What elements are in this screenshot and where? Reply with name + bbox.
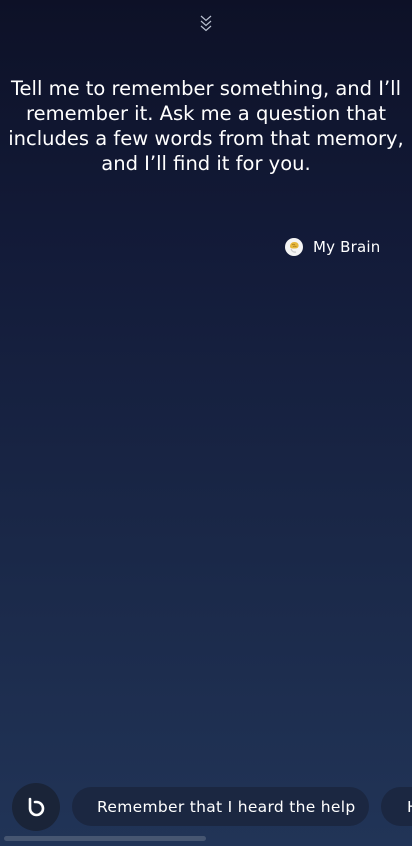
my-brain-link[interactable]: My Brain bbox=[284, 235, 381, 259]
double-chevron-down-icon bbox=[200, 15, 212, 32]
bixby-button[interactable] bbox=[12, 783, 60, 831]
collapse-button[interactable] bbox=[198, 12, 214, 36]
assistant-message: Tell me to remember something, and I’ll … bbox=[8, 77, 404, 175]
my-brain-label: My Brain bbox=[313, 238, 381, 256]
suggestion-chip[interactable]: Remember that I heard the help bbox=[72, 787, 369, 826]
bixby-icon bbox=[28, 797, 45, 817]
horizontal-scrollbar[interactable] bbox=[4, 836, 206, 841]
suggestion-bar: Remember that I heard the help H bbox=[0, 780, 412, 834]
suggestion-chip[interactable]: H bbox=[381, 787, 412, 826]
brain-icon bbox=[285, 238, 303, 256]
